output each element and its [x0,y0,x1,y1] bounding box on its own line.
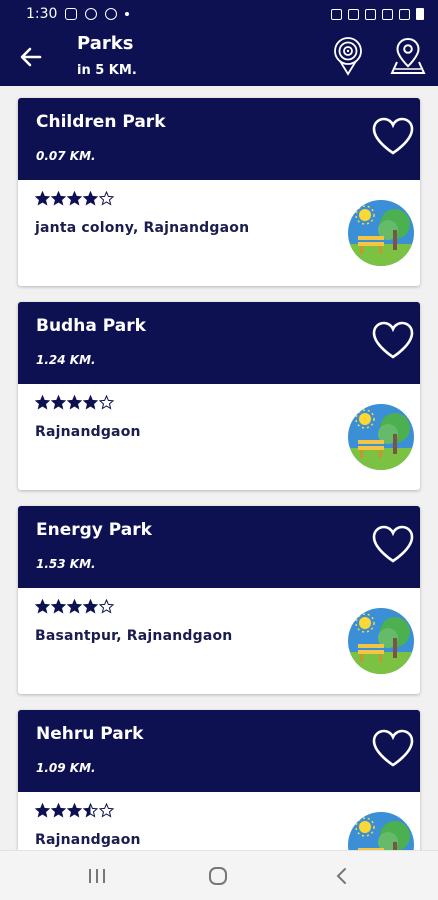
park-name: Nehru Park [36,724,144,744]
star-full-icon [83,599,98,614]
signal-icon [399,8,410,20]
star-full-icon [83,191,98,206]
park-card-header: Nehru Park 1.09 KM. [18,710,420,792]
location-icon [365,8,376,20]
star-full-icon [67,395,82,410]
radar-location-icon[interactable] [331,36,365,76]
star-half-icon [83,803,98,818]
park-distance: 0.07 KM. [36,149,96,163]
park-name: Energy Park [36,520,152,540]
system-nav-bar [0,850,438,900]
recent-apps-icon[interactable] [87,868,107,884]
star-empty-icon [99,191,114,206]
park-card-body: Rajnandgaon [18,384,420,490]
park-address: Rajnandgaon [35,424,141,440]
star-full-icon [51,803,66,818]
star-full-icon [35,803,50,818]
star-full-icon [67,599,82,614]
park-address: Rajnandgaon [35,832,141,848]
park-address: janta colony, Rajnandgaon [35,220,250,236]
park-card-body: janta colony, Rajnandgaon [18,180,420,286]
mute-icon [331,8,342,20]
park-card[interactable]: Budha Park 1.24 KM. Rajnandgaon [18,302,420,490]
status-bar: 1:30 [0,0,438,28]
wifi-icon [382,8,393,20]
search-notification-icon [105,8,118,20]
park-distance: 1.24 KM. [36,353,96,367]
favorite-heart-icon[interactable] [370,115,416,157]
page-title: Parks [77,33,134,54]
back-icon[interactable] [334,867,348,885]
star-full-icon [83,395,98,410]
park-card-body: Rajnandgaon [18,792,420,850]
park-address: Basantpur, Rajnandgaon [35,628,233,644]
star-full-icon [51,191,66,206]
star-empty-icon [99,599,114,614]
park-card[interactable]: Children Park 0.07 KM. janta colony, Raj… [18,98,420,286]
home-icon[interactable] [208,867,228,885]
park-card-body: Basantpur, Rajnandgaon [18,588,420,694]
status-time: 1:30 [26,6,58,22]
star-full-icon [67,803,82,818]
more-notifications-icon [125,12,130,16]
rating-stars [35,395,114,410]
park-distance: 1.53 KM. [36,557,96,571]
park-name: Budha Park [36,316,146,336]
map-pin-icon[interactable] [389,36,427,76]
park-illustration-icon [348,200,414,266]
app-bar: Parks in 5 KM. [0,28,438,86]
rating-stars [35,191,114,206]
park-card-header: Children Park 0.07 KM. [18,98,420,180]
park-distance: 1.09 KM. [36,761,96,775]
favorite-heart-icon[interactable] [370,727,416,769]
star-empty-icon [99,803,114,818]
park-card-header: Budha Park 1.24 KM. [18,302,420,384]
star-full-icon [35,395,50,410]
alarm-icon [348,8,359,20]
star-full-icon [51,395,66,410]
star-full-icon [35,599,50,614]
whatsapp-notification-icon [85,8,98,20]
park-name: Children Park [36,112,166,132]
star-full-icon [35,191,50,206]
park-illustration-icon [348,608,414,674]
rating-stars [35,803,114,818]
star-full-icon [67,191,82,206]
park-card-header: Energy Park 1.53 KM. [18,506,420,588]
star-full-icon [51,599,66,614]
rating-stars [35,599,114,614]
park-card[interactable]: Nehru Park 1.09 KM. Rajnandgaon [18,710,420,850]
star-empty-icon [99,395,114,410]
park-illustration-icon [348,404,414,470]
gallery-notification-icon [65,8,78,20]
favorite-heart-icon[interactable] [370,319,416,361]
back-arrow-icon[interactable] [16,42,46,72]
park-card[interactable]: Energy Park 1.53 KM. Basantpur, Rajnandg… [18,506,420,694]
battery-icon [416,8,424,20]
park-list[interactable]: Children Park 0.07 KM. janta colony, Raj… [0,86,438,850]
page-subtitle: in 5 KM. [77,63,137,78]
favorite-heart-icon[interactable] [370,523,416,565]
park-illustration-icon [348,812,414,850]
